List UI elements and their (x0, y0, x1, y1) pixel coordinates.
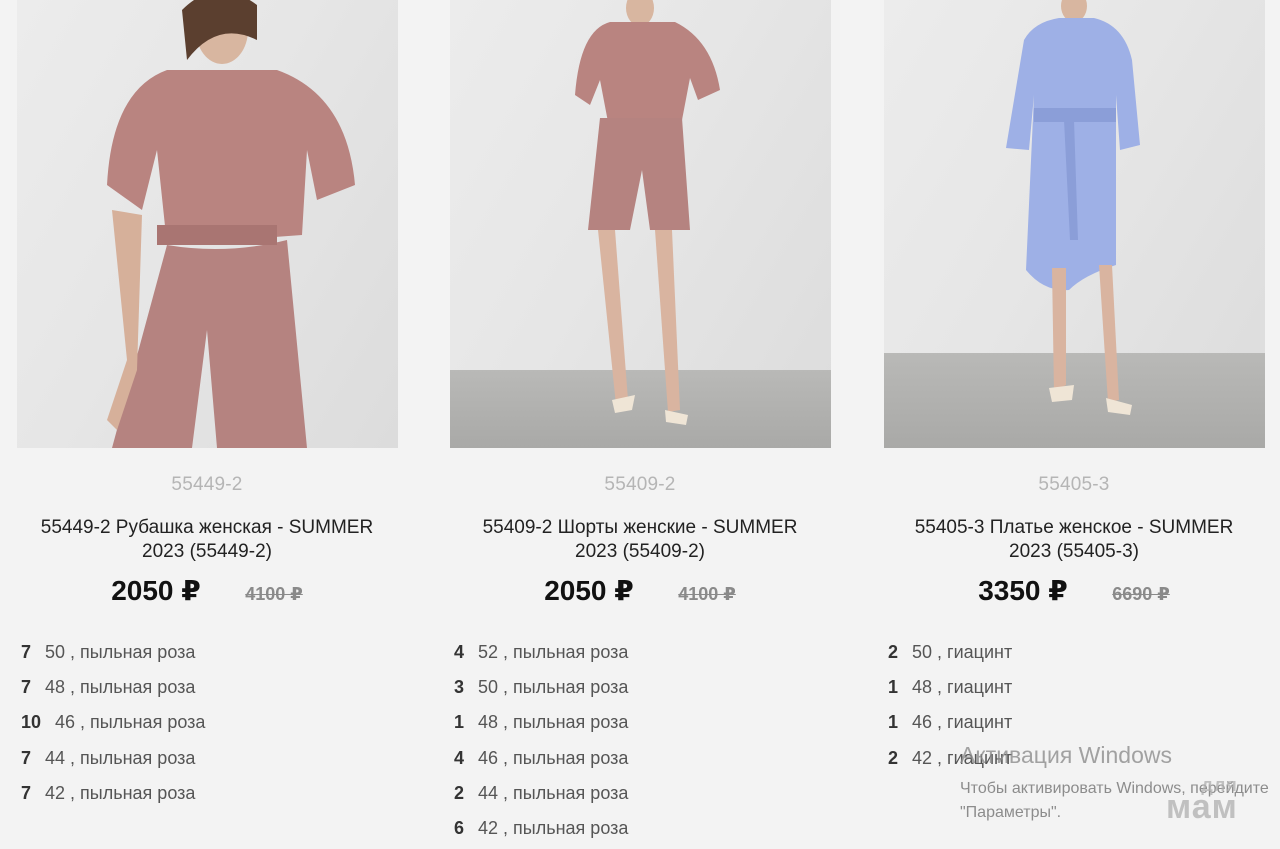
stock-qty: 7 (21, 642, 32, 662)
stock-qty: 2 (454, 782, 465, 803)
stock-size: 48 , пыльная роза (478, 712, 629, 733)
product-title[interactable]: 55405-3 Платье женское - SUMMER 2023 (55… (897, 516, 1251, 564)
product-old-price: 6690 ₽ (1112, 584, 1170, 604)
product-title[interactable]: 55449-2 Рубашка женская - SUMMER 2023 (5… (30, 516, 384, 564)
price-row: 2050 ₽ 4100 ₽ (0, 574, 414, 607)
stock-list: 4 52 , пыльная роза 3 50 , пыльная роза 14… (454, 638, 628, 849)
product-old-price: 4100 ₽ (245, 584, 303, 604)
stock-qty: 4 (454, 747, 465, 768)
stock-size: 50 , пыльная роза (478, 677, 629, 698)
stock-size: 50 , гиацинт (912, 642, 1013, 662)
price-row: 3350 ₽ 6690 ₽ (867, 574, 1280, 607)
stock-qty: 3 (454, 677, 465, 698)
product-title[interactable]: 55409-2 Шорты женские - SUMMER 2023 (554… (463, 516, 817, 564)
stock-size: 44 , пыльная роза (478, 782, 629, 803)
stock-size: 42 , пыльная роза (45, 782, 196, 803)
stock-size: 44 , пыльная роза (45, 747, 196, 768)
product-photo[interactable] (450, 0, 831, 448)
product-grid: 55449-2 55449-2 Рубашка женская - SUMMER… (0, 0, 1280, 844)
product-card[interactable]: 55409-2 55409-2 Шорты женские - SUMMER 2… (433, 0, 847, 844)
model-illustration (575, 0, 720, 425)
product-price: 2050 ₽ (111, 575, 201, 606)
stock-item: 7 42 , пыльная роза (21, 779, 205, 814)
stock-qty: 7 (21, 677, 32, 698)
site-logo-watermark: для мам (1166, 776, 1238, 824)
stock-item: 3 50 , пыльная роза (454, 673, 628, 708)
product-price: 3350 ₽ (978, 575, 1068, 606)
stock-size: 42 , пыльная роза (478, 817, 629, 838)
stock-item: 1 48 , пыльная роза (454, 708, 628, 743)
stock-qty: 2 (888, 747, 899, 768)
stock-qty: 10 (21, 712, 42, 733)
product-card[interactable]: 55449-2 55449-2 Рубашка женская - SUMMER… (0, 0, 414, 844)
stock-item: 7 50 , пыльная роза (21, 638, 205, 673)
stock-qty: 7 (21, 747, 32, 768)
stock-item: 7 44 , пыльная роза (21, 744, 205, 779)
product-sku: 55405-3 (1038, 474, 1110, 495)
stock-item: 7 48 , пыльная роза (21, 673, 205, 708)
stock-qty: 1 (888, 712, 899, 733)
stock-item: 1 48 , гиацинт (888, 673, 1012, 708)
logo-bottom: мам (1166, 788, 1238, 826)
stock-qty: 2 (888, 642, 899, 662)
product-card[interactable]: 55405-3 55405-3 Платье женское - SUMMER … (867, 0, 1280, 844)
stock-size: 48 , пыльная роза (45, 677, 196, 698)
product-sku: 55409-2 (604, 474, 676, 495)
price-row: 2050 ₽ 4100 ₽ (433, 574, 847, 607)
model-illustration (1006, 0, 1140, 415)
stock-size: 52 , пыльная роза (478, 642, 629, 662)
stock-item: 2 50 , гиацинт (888, 638, 1012, 673)
model-illustration (107, 0, 355, 448)
stock-size: 46 , пыльная роза (478, 747, 629, 768)
stock-item: 10 46 , пыльная роза (21, 708, 205, 743)
product-photo[interactable] (17, 0, 398, 448)
product-photo[interactable] (884, 0, 1265, 448)
stock-qty: 6 (454, 817, 465, 838)
product-old-price: 4100 ₽ (678, 584, 736, 604)
stock-item: 4 46 , пыльная роза (454, 744, 628, 779)
stock-item: 4 52 , пыльная роза (454, 638, 628, 673)
stock-size: 46 , гиацинт (912, 712, 1013, 733)
stock-list: 7 50 , пыльная роза 7 48 , пыльная роза 10… (21, 638, 205, 814)
watermark-title: Активация Windows (960, 742, 1172, 768)
stock-qty: 1 (888, 677, 899, 698)
stock-qty: 4 (454, 642, 465, 662)
stock-size: 48 , гиацинт (912, 677, 1013, 698)
stock-qty: 1 (454, 712, 465, 733)
product-price: 2050 ₽ (544, 575, 634, 606)
stock-size: 50 , пыльная роза (45, 642, 196, 662)
stock-size: 46 , пыльная роза (55, 712, 206, 733)
stock-qty: 7 (21, 782, 32, 803)
stock-item: 2 44 , пыльная роза (454, 779, 628, 814)
stock-item: 1 46 , гиацинт (888, 708, 1012, 743)
product-sku: 55449-2 (171, 474, 243, 495)
